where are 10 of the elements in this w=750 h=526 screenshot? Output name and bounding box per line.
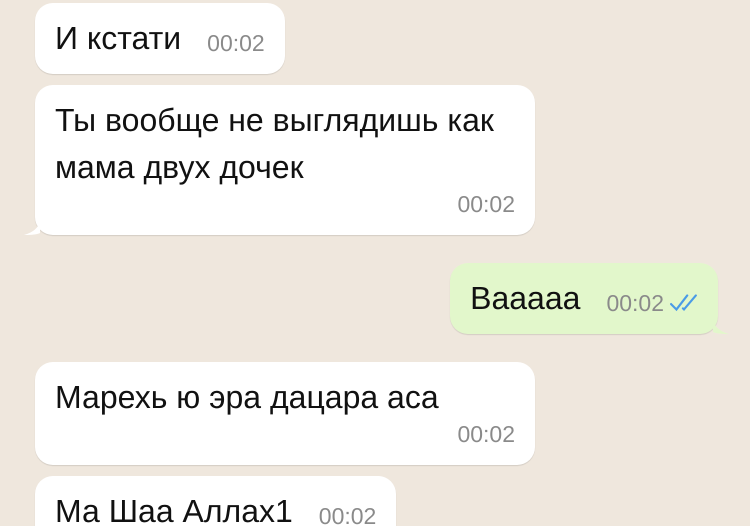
message-time: 00:02 — [318, 503, 376, 526]
message-text: Вааааа — [470, 279, 580, 318]
message-time: 00:02 — [207, 30, 265, 56]
message-text: И кстати — [55, 19, 182, 58]
message-text: Ма Шаа Аллах1 — [55, 492, 293, 526]
message-time: 00:02 — [457, 421, 515, 447]
message-time: 00:02 — [457, 191, 515, 217]
message-text: Марехь ю эра дацара аса — [55, 378, 439, 417]
message-time: 00:02 — [606, 290, 664, 316]
message-text: Ты вообще не выглядишь как мама двух дочек — [55, 101, 495, 187]
